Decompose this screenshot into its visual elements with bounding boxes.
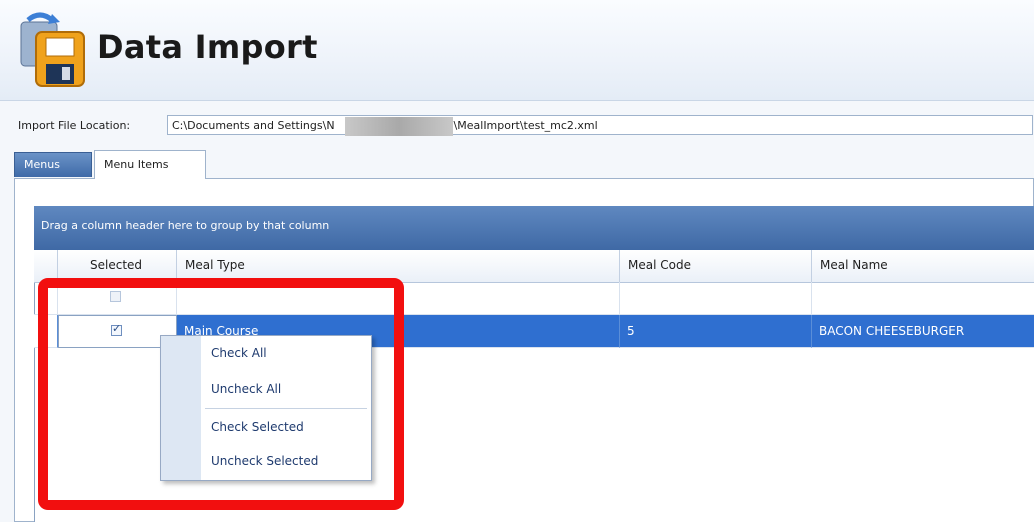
menu-separator	[205, 408, 367, 409]
new-item-row[interactable]: ✱	[34, 282, 1034, 315]
new-row-meal-type[interactable]	[177, 282, 620, 315]
group-by-panel[interactable]: Drag a column header here to group by th…	[34, 206, 1034, 250]
new-row-icon: ✱	[39, 289, 49, 302]
tab-strip: Menus Menu Items	[14, 150, 1034, 179]
new-row-meal-code[interactable]	[620, 282, 812, 315]
menu-item-uncheck-selected[interactable]: Uncheck Selected	[211, 454, 318, 468]
import-file-label: Import File Location:	[18, 119, 131, 132]
column-header-row: Selected Meal Type Meal Code Meal Name	[34, 250, 1034, 283]
row-meal-name[interactable]: BACON CHEESEBURGER	[812, 315, 1034, 348]
row-checkbox[interactable]: ✓	[111, 322, 122, 336]
page-title: Data Import	[97, 28, 318, 66]
tab-menus[interactable]: Menus	[14, 152, 92, 177]
column-header-meal-name[interactable]: Meal Name	[812, 250, 1034, 282]
redaction-blur	[345, 117, 453, 136]
new-row-selected-cell[interactable]	[58, 282, 177, 315]
new-row-indicator: ✱	[34, 282, 58, 315]
edit-cursor-icon: I	[39, 322, 43, 335]
context-menu-gutter	[161, 336, 201, 480]
data-import-floppy-icon	[20, 12, 85, 87]
tab-menu-items[interactable]: Menu Items	[94, 150, 206, 179]
group-by-hint: Drag a column header here to group by th…	[41, 219, 330, 232]
row-meal-code[interactable]: 5	[620, 315, 812, 348]
menu-item-check-all[interactable]: Check All	[211, 346, 267, 360]
column-header-meal-code[interactable]: Meal Code	[620, 250, 812, 282]
header: Data Import	[0, 0, 1034, 101]
import-file-row: Import File Location:	[0, 112, 1034, 140]
app-window: Data Import Import File Location: Menus …	[0, 0, 1034, 522]
menu-item-uncheck-all[interactable]: Uncheck All	[211, 382, 281, 396]
checkmark-icon: ✓	[112, 322, 122, 335]
new-row-checkbox[interactable]	[110, 291, 121, 302]
row-indicator-header	[34, 250, 58, 282]
row-indicator: I	[34, 315, 58, 348]
import-file-input[interactable]	[167, 115, 1033, 135]
new-row-meal-name[interactable]	[812, 282, 1034, 315]
column-header-selected[interactable]: Selected	[58, 250, 177, 282]
column-header-meal-type[interactable]: Meal Type	[177, 250, 620, 282]
context-menu: Check All Uncheck All Check Selected Unc…	[160, 335, 372, 481]
menu-item-check-selected[interactable]: Check Selected	[211, 420, 304, 434]
